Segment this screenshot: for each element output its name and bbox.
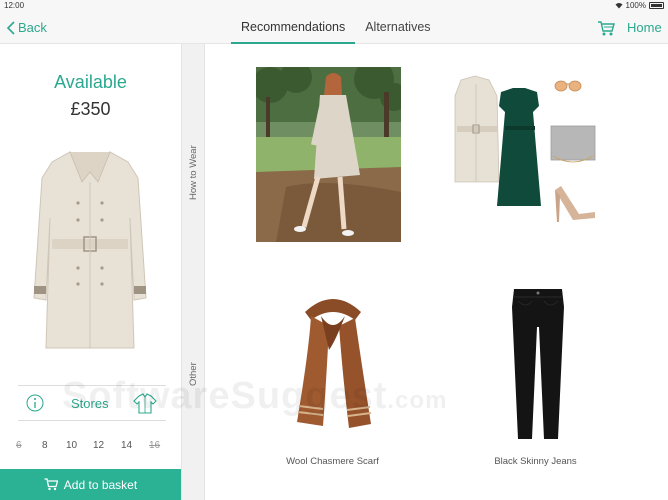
add-to-basket-button[interactable]: Add to basket	[0, 469, 181, 500]
status-bar: 12:00 100%	[0, 0, 668, 12]
tab-bar: Recommendations Alternatives	[231, 12, 441, 44]
size-selector: 6 8 10 12 14 16	[10, 440, 170, 454]
recommendation-caption: Wool Chasmere Scarf	[286, 456, 379, 467]
product-panel: Available £350 Stores 6 8 10 12 14 16 Ad…	[0, 44, 181, 500]
size-option[interactable]: 8	[42, 440, 48, 451]
stores-button[interactable]: Stores	[71, 396, 109, 411]
add-to-basket-label: Add to basket	[63, 477, 138, 492]
back-button[interactable]: Back	[6, 20, 47, 35]
tab-alternatives[interactable]: Alternatives	[355, 12, 440, 44]
section-strip: How to Wear Other	[181, 44, 205, 500]
size-option: 16	[149, 440, 161, 451]
size-option[interactable]: 10	[66, 440, 77, 451]
size-option: 6	[16, 440, 22, 451]
stores-row: Stores	[18, 385, 166, 421]
info-icon[interactable]	[26, 394, 44, 412]
cart-icon	[44, 478, 58, 491]
jeans-image[interactable]	[508, 287, 568, 442]
section-label-other: Other	[188, 362, 199, 386]
battery-percent: 100%	[625, 1, 646, 10]
back-label: Back	[18, 20, 47, 35]
product-price: £350	[70, 99, 111, 119]
hanger-shirt-icon[interactable]	[133, 392, 157, 414]
availability-status: Available	[54, 72, 127, 92]
battery-icon	[649, 2, 664, 9]
status-right: 100%	[615, 1, 664, 10]
status-time: 12:00	[4, 1, 25, 10]
outfit-flatlay[interactable]	[445, 72, 601, 227]
recommendation-caption: Black Skinny Jeans	[494, 456, 577, 467]
home-button[interactable]: Home	[627, 20, 662, 35]
cart-icon[interactable]	[597, 20, 615, 37]
nav-bar: Back Recommendations Alternatives Home	[0, 12, 668, 44]
trench-coat-image[interactable]	[30, 148, 150, 353]
recommendations-content: Wool Chasmere Scarf Black Skinny Jeans	[205, 44, 668, 500]
scarf-image[interactable]	[291, 290, 375, 430]
wifi-icon	[615, 3, 623, 9]
size-option[interactable]: 12	[93, 440, 104, 451]
tab-recommendations[interactable]: Recommendations	[231, 12, 356, 44]
size-option[interactable]: 14	[121, 440, 132, 451]
section-label-how-to-wear: How to Wear	[188, 145, 199, 200]
chevron-left-icon	[6, 20, 15, 35]
model-photo[interactable]	[256, 67, 401, 242]
